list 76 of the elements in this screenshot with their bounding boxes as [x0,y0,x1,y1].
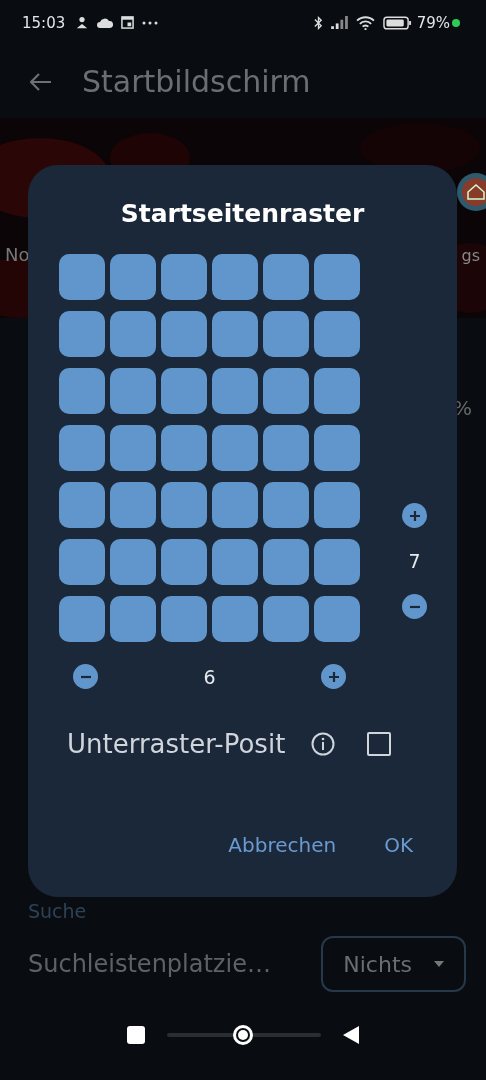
grid-cell [263,254,309,300]
grid-cell [212,368,258,414]
calendar-icon [121,16,135,29]
grid-cell [314,425,360,471]
dialog-button[interactable]: Abbrechen [228,833,337,857]
grid-cell [314,254,360,300]
grid-cell [212,254,258,300]
grid-cell [161,254,207,300]
grid-cell [212,425,258,471]
grid-cell [59,482,105,528]
rows-value: 7 [408,550,421,572]
option-label: Unterraster-Posit [67,729,286,759]
home-app-icon [456,172,486,212]
grid-cell [161,368,207,414]
wifi-icon [355,15,375,30]
signal-icon [330,16,348,29]
grid-cell [161,596,207,642]
status-dot-icon [452,18,460,27]
grid-cell [263,311,309,357]
more-icon [142,20,159,25]
grid-cell [110,596,156,642]
grid-cell [263,482,309,528]
grid-cell [263,368,309,414]
grid-cell [110,539,156,585]
grid-cell [110,482,156,528]
grid-cell [161,311,207,357]
setting-label: Suchleistenplatzie… [28,950,271,978]
grid-cell [161,482,207,528]
grid-cell [110,368,156,414]
back-icon[interactable] [343,1026,359,1044]
grid-cell [161,425,207,471]
info-icon[interactable] [311,732,336,756]
section-heading: Suche [28,900,88,922]
grid-cell [314,368,360,414]
minus-button[interactable] [73,664,98,689]
grid-cell [161,539,207,585]
page-title: Startbildschirm [82,64,311,99]
dialog-button[interactable]: OK [384,833,413,857]
grid-cell [314,311,360,357]
plus-icon [408,509,421,522]
grid-cell [59,539,105,585]
dropdown[interactable]: Nichts [321,936,466,992]
plus-button[interactable] [321,664,346,689]
grid-cell [314,596,360,642]
grid-cell [59,425,105,471]
grid-cell [110,425,156,471]
grid-cell [59,254,105,300]
bluetooth-icon [313,14,323,31]
grid-cell [263,539,309,585]
checkbox[interactable] [367,732,392,756]
grid-cell [110,311,156,357]
status-time: 15:03 [22,13,66,32]
battery-percentage: 79% [416,13,450,32]
dialog-title: Startseitenraster [120,199,365,228]
columns-value: 6 [203,665,216,688]
battery-icon [382,15,412,30]
grid-cell [212,539,258,585]
plus-button[interactable] [402,503,427,528]
app-label: gs [461,246,480,265]
grid-cell [212,311,258,357]
grid-cell [263,425,309,471]
cloud-icon [97,17,114,28]
grid-cell [59,311,105,357]
grid-cell [212,596,258,642]
grid-cell [59,368,105,414]
grid-cell [263,596,309,642]
grid-cell [314,539,360,585]
caret-icon [434,961,444,967]
grid-cell [110,254,156,300]
grid-cell [314,482,360,528]
back-arrow-icon[interactable] [30,72,52,91]
grid-cell [212,482,258,528]
grid-cell [59,596,105,642]
app-label: No [5,244,30,265]
minus-button[interactable] [402,594,427,619]
plus-icon [327,670,340,683]
